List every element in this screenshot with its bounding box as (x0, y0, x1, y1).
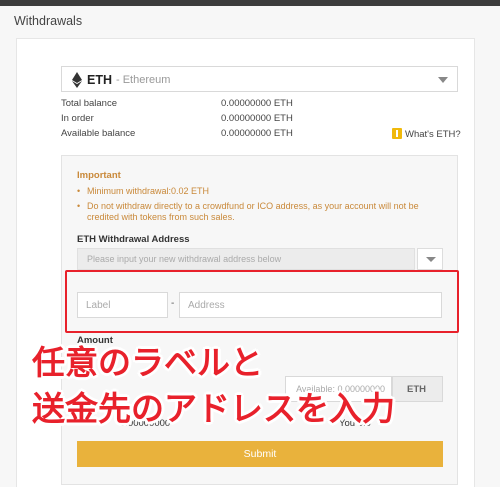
annotation-line-1: 任意のラベルと (32, 343, 263, 382)
available-balance-label: Available balance (61, 128, 136, 139)
total-balance-value: 0.00000000 ETH (221, 98, 293, 109)
address-select-placeholder: Please input your new withdrawal address… (87, 254, 282, 264)
page-title: Withdrawals (14, 14, 83, 28)
important-title: Important (77, 170, 121, 181)
whats-eth-link[interactable]: What's ETH? (392, 128, 461, 140)
chevron-down-icon (438, 77, 448, 83)
highlight-box (65, 270, 459, 333)
available-balance-value: 0.00000000 ETH (221, 128, 293, 139)
coin-select[interactable]: ETH - Ethereum (61, 66, 458, 92)
notice-item: • Do not withdraw directly to a crowdfund… (77, 201, 419, 222)
annotation-line-2: 送金先のアドレスを入力 (32, 389, 395, 428)
in-order-label: In order (61, 113, 94, 124)
submit-button[interactable]: Submit (77, 441, 443, 467)
amount-unit: ETH (392, 376, 443, 402)
total-balance-label: Total balance (61, 98, 117, 109)
chevron-down-icon (426, 257, 436, 262)
top-bar (0, 0, 500, 6)
info-icon (392, 128, 402, 139)
address-select[interactable]: Please input your new withdrawal address… (77, 248, 415, 270)
ethereum-icon (72, 72, 82, 88)
coin-symbol: ETH (87, 73, 112, 87)
in-order-value: 0.00000000 ETH (221, 113, 293, 124)
address-dropdown-button[interactable] (417, 248, 443, 270)
whats-eth-text: What's ETH? (405, 129, 461, 140)
notice-item: • Minimum withdrawal:0.02 ETH (77, 186, 210, 196)
address-heading: ETH Withdrawal Address (77, 234, 190, 245)
coin-name: - Ethereum (116, 74, 171, 86)
